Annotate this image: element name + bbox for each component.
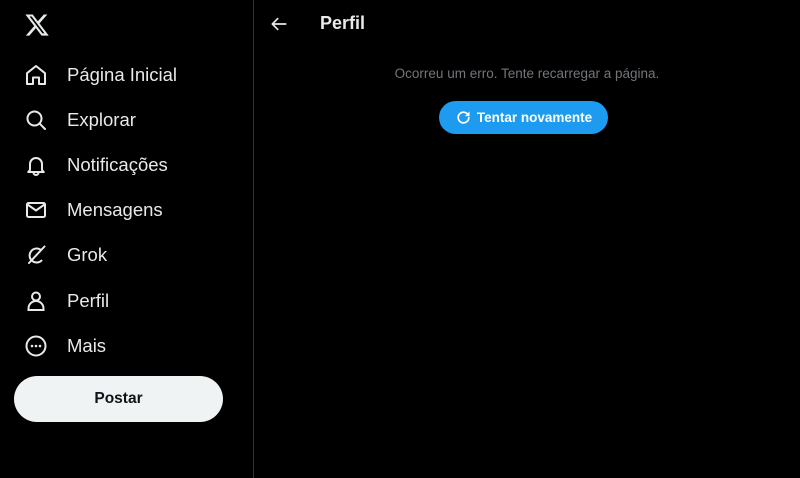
more-circle-icon: [24, 334, 48, 358]
retry-label: Tentar novamente: [476, 110, 593, 125]
sidebar-item-label: Explorar: [67, 108, 136, 130]
sidebar-item-profile[interactable]: Perfil: [14, 278, 240, 323]
sidebar-item-messages[interactable]: Mensagens: [14, 188, 240, 233]
page-title: Perfil: [320, 13, 366, 33]
sidebar-item-home[interactable]: Página Inicial: [14, 52, 240, 97]
person-icon: [24, 289, 48, 313]
retry-button[interactable]: Tentar novamente: [439, 101, 608, 134]
envelope-icon: [24, 198, 48, 222]
sidebar-item-notifications[interactable]: Notificações: [14, 142, 240, 187]
sidebar-item-grok[interactable]: Grok: [14, 233, 240, 278]
sidebar-item-explore[interactable]: Explorar: [14, 97, 240, 142]
sidebar-item-label: Grok: [67, 244, 108, 266]
sidebar-item-label: Mensagens: [67, 199, 163, 221]
sidebar-item-label: Perfil: [67, 289, 110, 311]
sidebar-item-more[interactable]: Mais: [14, 323, 240, 368]
x-logo-icon[interactable]: [24, 12, 50, 38]
sidebar-item-label: Notificações: [67, 153, 168, 175]
sidebar-nav: Página Inicial Explorar Notificações Men…: [14, 52, 240, 368]
app-window: Página Inicial Explorar Notificações Men…: [0, 0, 800, 478]
sidebar: Página Inicial Explorar Notificações Men…: [0, 0, 254, 478]
arrow-left-icon: [269, 14, 289, 34]
bell-icon: [24, 153, 48, 177]
home-icon: [24, 63, 48, 87]
refresh-icon: [455, 109, 472, 126]
grok-icon: [24, 243, 48, 267]
error-message: Ocorreu um erro. Tente recarregar a pági…: [394, 66, 660, 81]
post-button[interactable]: Postar: [14, 376, 223, 422]
sidebar-item-label: Mais: [67, 334, 107, 356]
sidebar-item-label: Página Inicial: [67, 63, 178, 85]
back-button[interactable]: [266, 11, 292, 37]
search-icon: [24, 108, 48, 132]
